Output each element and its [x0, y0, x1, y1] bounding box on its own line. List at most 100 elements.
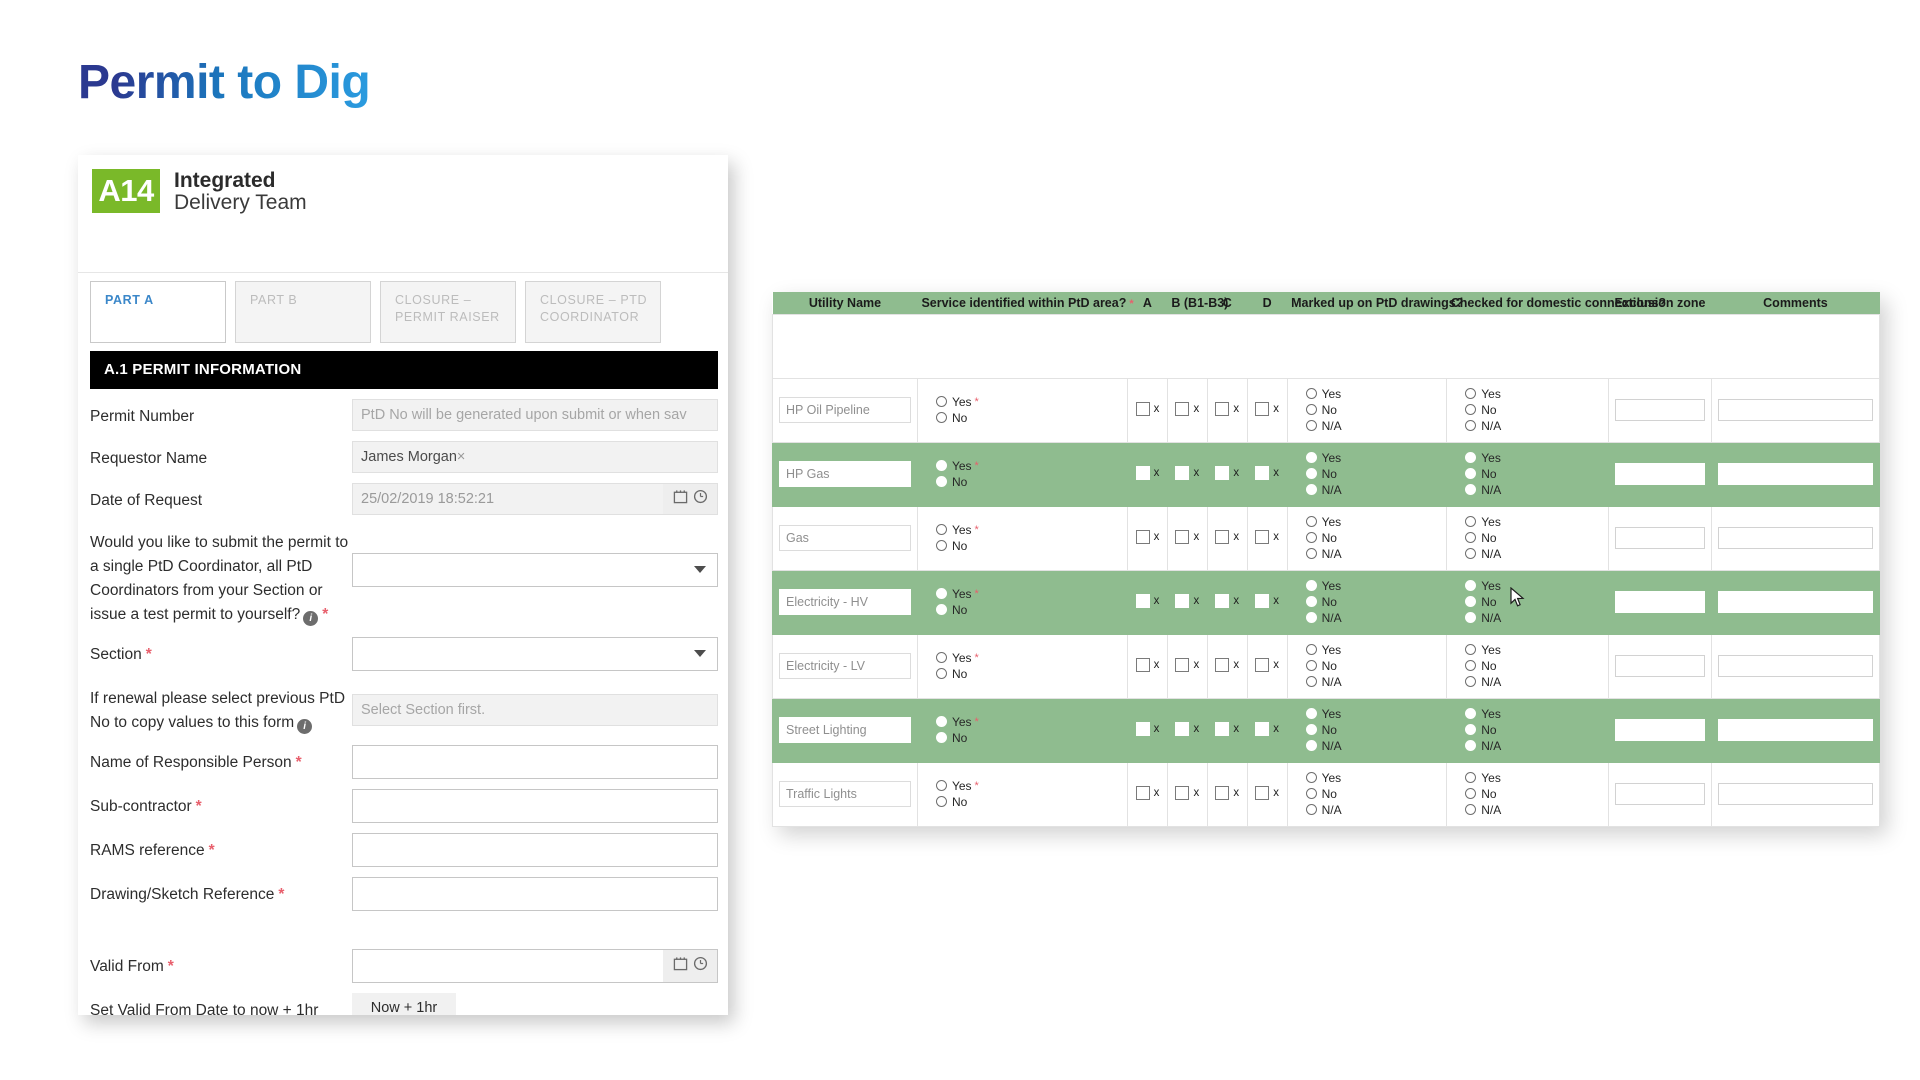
radio-button-no[interactable] — [1465, 404, 1477, 415]
radio-option[interactable]: No — [1465, 594, 1602, 609]
radio-option[interactable]: Yes — [1465, 706, 1602, 721]
radio-button-no[interactable] — [935, 540, 947, 551]
comments-input[interactable] — [1717, 591, 1873, 613]
radio-option[interactable]: N/A — [1305, 418, 1441, 433]
radio-button-yes[interactable] — [935, 780, 947, 791]
radio-option[interactable]: No — [935, 666, 1121, 681]
comments-input[interactable] — [1717, 719, 1873, 741]
radio-button-no[interactable] — [1465, 660, 1477, 671]
exclusion-zone-input[interactable] — [1614, 719, 1705, 741]
radio-option[interactable]: Yes — [1305, 450, 1441, 465]
radio-option[interactable]: Yes * — [935, 650, 1121, 665]
requestor-name-input[interactable]: James Morgan× — [352, 441, 718, 473]
radio-option[interactable]: N/A — [1305, 802, 1441, 817]
radio-option[interactable]: No — [1465, 786, 1602, 801]
radio-option[interactable]: Yes — [1305, 386, 1441, 401]
radio-option[interactable]: No — [1465, 466, 1602, 481]
radio-button-yes[interactable] — [1305, 772, 1317, 783]
checkbox-b[interactable] — [1175, 465, 1190, 480]
sub-contractor-input[interactable] — [352, 789, 718, 824]
tab-closure-permit-raiser[interactable]: CLOSURE – PERMIT RAISER — [380, 281, 516, 343]
date-picker-buttons[interactable] — [663, 484, 717, 514]
checkbox-b[interactable] — [1175, 529, 1190, 544]
checkbox-d[interactable] — [1255, 785, 1270, 800]
radio-option[interactable]: No — [1305, 722, 1441, 737]
radio-button-n-a[interactable] — [1465, 548, 1477, 559]
radio-option[interactable]: N/A — [1465, 802, 1602, 817]
radio-option[interactable]: Yes * — [935, 714, 1121, 729]
calendar-icon[interactable] — [673, 956, 688, 976]
radio-button-n-a[interactable] — [1305, 804, 1317, 815]
radio-option[interactable]: N/A — [1465, 546, 1602, 561]
exclusion-zone-input[interactable] — [1614, 463, 1705, 485]
permit-number-input[interactable]: PtD No will be generated upon submit or … — [352, 399, 718, 431]
radio-button-no[interactable] — [1305, 724, 1317, 735]
radio-option[interactable]: Yes — [1465, 642, 1602, 657]
radio-option[interactable]: Yes — [1305, 642, 1441, 657]
radio-button-yes[interactable] — [935, 716, 947, 727]
valid-from-date-picker-buttons[interactable] — [663, 950, 717, 983]
checkbox-d[interactable] — [1255, 657, 1270, 672]
radio-button-n-a[interactable] — [1465, 676, 1477, 687]
checkbox-c[interactable] — [1215, 721, 1230, 736]
radio-option[interactable]: No — [1305, 530, 1441, 545]
checkbox-d[interactable] — [1255, 401, 1270, 416]
checkbox-d[interactable] — [1255, 721, 1270, 736]
exclusion-zone-input[interactable] — [1614, 527, 1705, 549]
checkbox-b[interactable] — [1175, 785, 1190, 800]
radio-button-yes[interactable] — [935, 396, 947, 407]
radio-option[interactable]: Yes * — [935, 586, 1121, 601]
radio-option[interactable]: Yes — [1465, 386, 1602, 401]
radio-button-yes[interactable] — [935, 588, 947, 599]
checkbox-a[interactable] — [1135, 465, 1150, 480]
radio-option[interactable]: N/A — [1305, 738, 1441, 753]
radio-option[interactable]: No — [1305, 658, 1441, 673]
checkbox-c[interactable] — [1215, 465, 1230, 480]
radio-button-n-a[interactable] — [1465, 420, 1477, 431]
radio-button-no[interactable] — [935, 668, 947, 679]
radio-button-yes[interactable] — [1305, 708, 1317, 719]
radio-option[interactable]: Yes — [1305, 514, 1441, 529]
section-select[interactable] — [352, 637, 718, 672]
radio-option[interactable]: No — [1465, 722, 1602, 737]
radio-button-no[interactable] — [935, 412, 947, 423]
radio-option[interactable]: No — [935, 794, 1121, 809]
clock-icon[interactable] — [693, 956, 708, 976]
info-icon[interactable]: i — [303, 611, 319, 627]
chevron-down-icon[interactable] — [694, 566, 706, 573]
radio-option[interactable]: N/A — [1305, 610, 1441, 625]
radio-button-yes[interactable] — [1305, 580, 1317, 591]
radio-button-no[interactable] — [1465, 532, 1477, 543]
radio-option[interactable]: Yes * — [935, 394, 1121, 409]
radio-option[interactable]: Yes — [1305, 578, 1441, 593]
checkbox-b[interactable] — [1175, 401, 1190, 416]
radio-option[interactable]: N/A — [1305, 546, 1441, 561]
radio-button-yes[interactable] — [1305, 644, 1317, 655]
checkbox-d[interactable] — [1255, 593, 1270, 608]
checkbox-c[interactable] — [1215, 593, 1230, 608]
utility-name-input[interactable]: Gas — [779, 525, 911, 551]
radio-button-no[interactable] — [1305, 468, 1317, 479]
radio-button-no[interactable] — [1465, 788, 1477, 799]
radio-option[interactable]: N/A — [1305, 482, 1441, 497]
radio-button-yes[interactable] — [1465, 516, 1477, 527]
radio-button-no[interactable] — [1305, 532, 1317, 543]
radio-option[interactable]: No — [935, 410, 1121, 425]
radio-option[interactable]: N/A — [1465, 482, 1602, 497]
checkbox-d[interactable] — [1255, 529, 1270, 544]
rams-reference-input[interactable] — [352, 833, 718, 868]
tab-closure-ptd-coordinator[interactable]: CLOSURE – PTD COORDINATOR — [525, 281, 661, 343]
responsible-person-input[interactable] — [352, 745, 718, 780]
radio-option[interactable]: No — [1465, 658, 1602, 673]
checkbox-c[interactable] — [1215, 401, 1230, 416]
radio-button-yes[interactable] — [1465, 452, 1477, 463]
radio-option[interactable]: N/A — [1465, 738, 1602, 753]
radio-button-no[interactable] — [935, 604, 947, 615]
radio-button-n-a[interactable] — [1305, 420, 1317, 431]
checkbox-a[interactable] — [1135, 785, 1150, 800]
radio-button-n-a[interactable] — [1305, 676, 1317, 687]
radio-button-yes[interactable] — [1305, 388, 1317, 399]
exclusion-zone-input[interactable] — [1614, 655, 1705, 677]
calendar-icon[interactable] — [673, 489, 688, 509]
comments-input[interactable] — [1717, 463, 1873, 485]
